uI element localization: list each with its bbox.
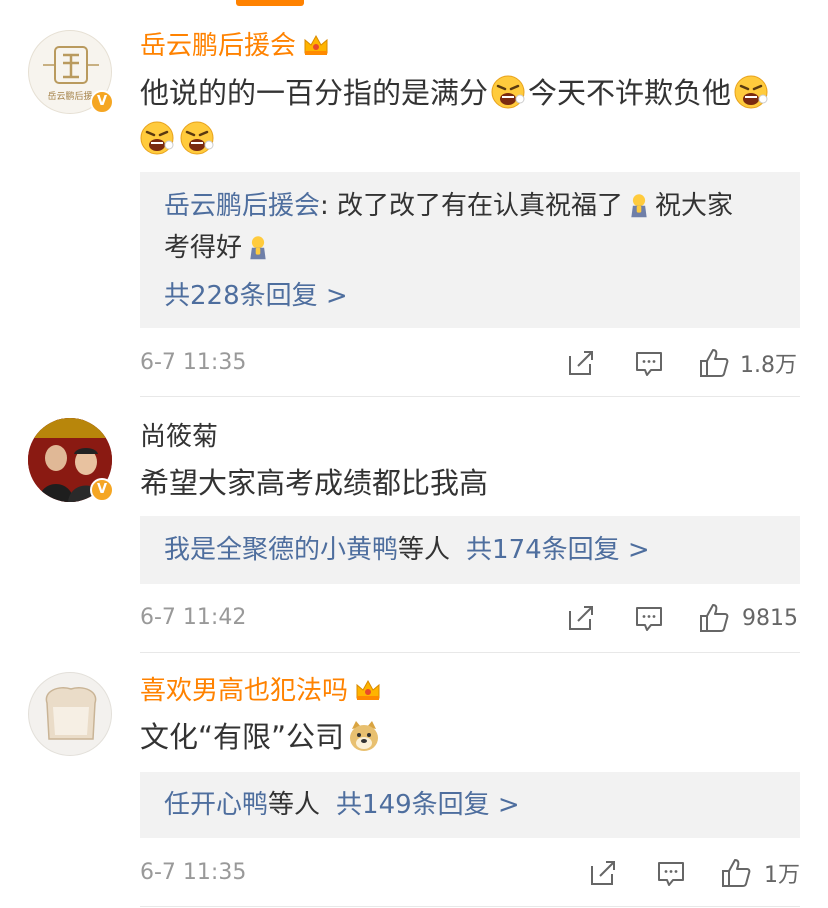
comment-text: 文化“有限”公司 xyxy=(140,714,805,760)
reply-count-link[interactable]: 共149条回复 > xyxy=(336,790,520,820)
comment-button[interactable] xyxy=(656,856,686,890)
username-text[interactable]: 喜欢男高也犯法吗 xyxy=(140,676,348,706)
comment-text: 希望大家高考成绩都比我高 xyxy=(140,466,489,500)
reply-box[interactable]: 任开心鸭等人 共149条回复 > xyxy=(140,772,800,838)
reply-text: 祝大家 xyxy=(655,191,734,221)
username-text[interactable]: 岳云鹏后援会 xyxy=(140,31,296,61)
like-count: 1万 xyxy=(764,863,800,888)
share-button[interactable] xyxy=(566,601,596,635)
reply-author-link[interactable]: 岳云鹏后援会 xyxy=(164,191,320,221)
reply-line: 我是全聚德的小黄鸭等人 共174条回复 > xyxy=(164,530,780,570)
comment-text-part: 他说的的一百分指的是满分 xyxy=(140,76,489,110)
comment-username[interactable]: 喜欢男高也犯法吗 xyxy=(140,674,382,708)
avatar[interactable] xyxy=(28,672,112,756)
crown-icon xyxy=(302,32,330,56)
verified-badge-icon: V xyxy=(90,90,114,114)
pray-emoji xyxy=(250,236,266,260)
like-button[interactable]: 1.8万 xyxy=(698,346,797,380)
reply-line: 考得好 xyxy=(164,228,780,268)
divider xyxy=(140,652,800,653)
comment-icon xyxy=(636,607,662,631)
share-button[interactable] xyxy=(588,856,618,890)
username-text[interactable]: 尚筱菊 xyxy=(140,422,218,452)
share-icon xyxy=(591,861,615,885)
doge-emoji xyxy=(350,721,379,751)
reply-count-link[interactable]: 共174条回复 > xyxy=(466,535,650,565)
pray-emoji xyxy=(631,194,647,218)
share-icon xyxy=(569,606,593,630)
thumbs-up-icon xyxy=(700,604,729,632)
divider xyxy=(140,906,800,907)
thumbs-up-icon xyxy=(700,349,729,377)
divider xyxy=(140,396,800,397)
comment-time: 6-7 11:35 xyxy=(140,860,247,885)
reply-author-link[interactable]: 任开心鸭 xyxy=(164,790,268,820)
comment-button[interactable] xyxy=(634,346,664,380)
avatar-bread-icon xyxy=(45,687,97,740)
comment-text-part: 今天不许欺负他 xyxy=(528,76,732,110)
like-button[interactable]: 1万 xyxy=(720,856,800,890)
comment-username[interactable]: 岳云鹏后援会 xyxy=(140,29,330,63)
comment-time: 6-7 11:42 xyxy=(140,605,247,630)
reply-box[interactable]: 我是全聚德的小黄鸭等人 共174条回复 > xyxy=(140,516,800,584)
reply-text: 考得好 xyxy=(164,233,243,263)
comment-username[interactable]: 尚筱菊 xyxy=(140,420,218,454)
reply-text: 等人 xyxy=(398,535,451,565)
angry-face-emoji xyxy=(734,75,769,109)
reply-author-link[interactable]: 我是全聚德的小黄鸭 xyxy=(164,535,398,565)
comment-icon xyxy=(658,862,684,886)
reply-count-link[interactable]: 共228条回复 > xyxy=(164,276,780,316)
reply-line: 任开心鸭等人 共149条回复 > xyxy=(164,785,780,825)
verified-badge-icon: V xyxy=(90,478,114,502)
comment-text: 他说的的一百分指的是满分 今天不许欺负他 xyxy=(140,70,805,162)
comment-time: 6-7 11:35 xyxy=(140,350,247,375)
tab-indicator xyxy=(236,0,304,6)
crown-icon xyxy=(354,677,382,701)
reply-text: 等人 xyxy=(268,790,321,820)
reply-box[interactable]: 岳云鹏后援会: 改了改了有在认真祝福了 祝大家 考得好 共228条回复 > xyxy=(140,172,800,328)
thumbs-up-icon xyxy=(722,859,751,887)
angry-face-emoji xyxy=(140,121,174,155)
comment-icon xyxy=(636,352,662,376)
comment-button[interactable] xyxy=(634,601,664,635)
reply-text: : 改了改了有在认真祝福了 xyxy=(320,191,624,221)
like-count: 1.8万 xyxy=(740,353,797,378)
angry-face-emoji xyxy=(491,75,526,109)
share-icon xyxy=(569,351,593,375)
angry-face-emoji xyxy=(180,121,214,155)
comment-text-part: 文化“有限”公司 xyxy=(140,720,345,754)
reply-line: 岳云鹏后援会: 改了改了有在认真祝福了 祝大家 xyxy=(164,186,780,226)
share-button[interactable] xyxy=(566,346,596,380)
like-button[interactable]: 9815 xyxy=(698,601,798,635)
like-count: 9815 xyxy=(742,605,798,631)
